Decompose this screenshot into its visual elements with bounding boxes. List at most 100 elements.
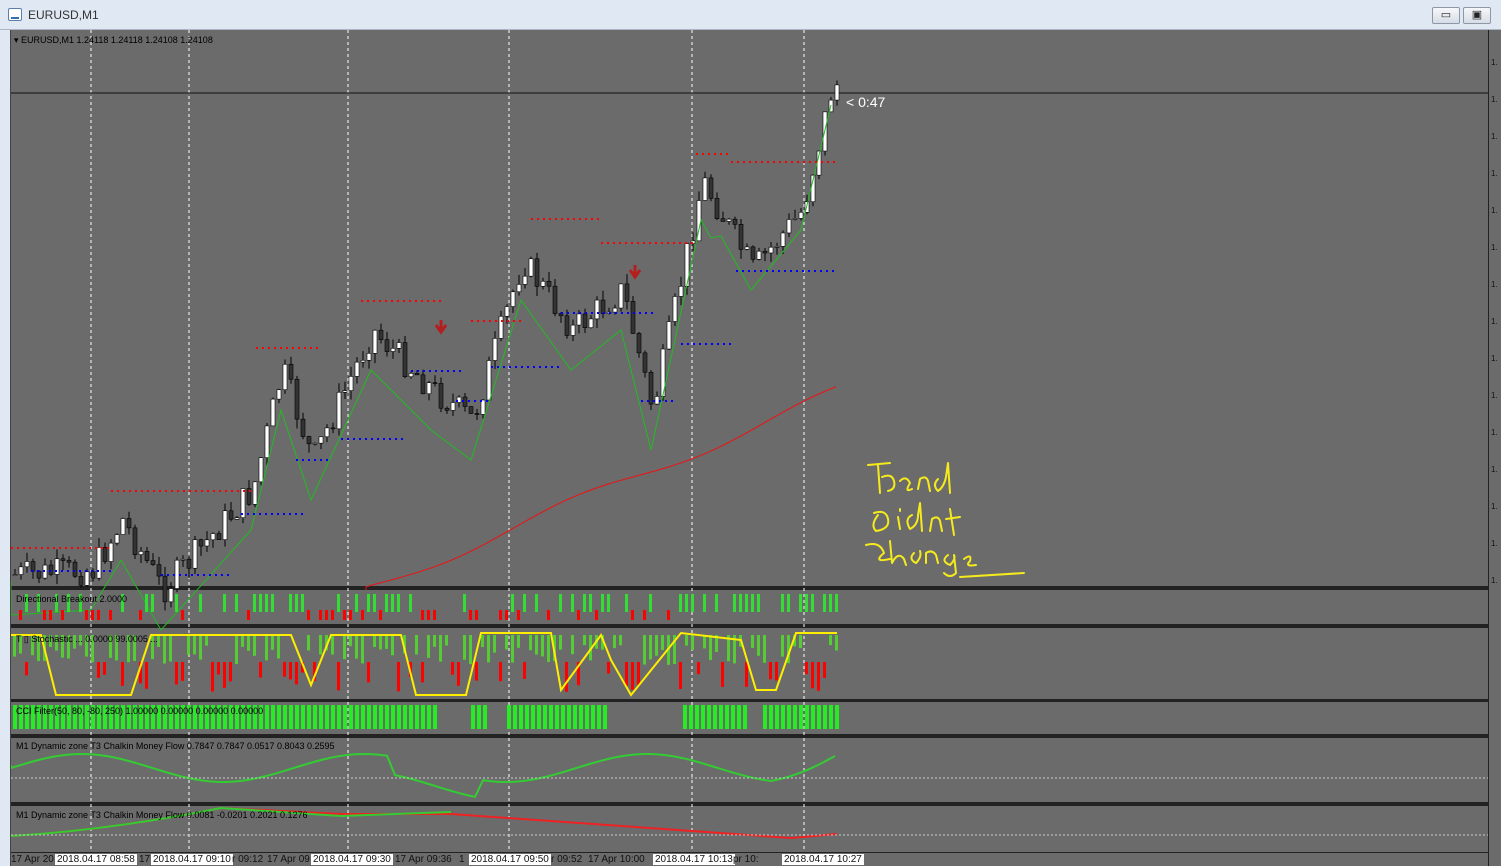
stoch-bar: [439, 635, 442, 662]
level-dot: [637, 242, 639, 244]
level-dot: [480, 400, 482, 402]
candle-body: [12, 574, 18, 576]
level-dot: [441, 370, 443, 372]
level-dot: [761, 161, 763, 163]
breakout-bar: [679, 594, 682, 612]
level-dot: [83, 547, 85, 549]
level-dot: [43, 570, 45, 572]
level-dot: [91, 570, 93, 572]
stoch-bar: [451, 662, 454, 675]
level-dot: [141, 490, 143, 492]
stoch-bar: [799, 635, 802, 649]
candle-body: [102, 547, 108, 562]
stoch-bar: [751, 635, 754, 648]
candle-body: [366, 353, 372, 361]
level-dot: [696, 153, 698, 155]
breakout-bar: [235, 594, 238, 612]
time-label: r 09:52: [551, 854, 583, 865]
candle-body: [378, 329, 384, 340]
cci-bar: [319, 705, 323, 729]
price-tick: 1.: [1491, 280, 1498, 289]
stoch-bar: [547, 635, 550, 663]
level-dot: [201, 490, 203, 492]
candle-body: [648, 371, 654, 405]
level-dot: [67, 570, 69, 572]
cci-bar: [471, 705, 475, 729]
candle-body: [264, 425, 270, 458]
stoch-bar: [655, 635, 658, 656]
cci-bar: [519, 705, 523, 729]
stoch-bar: [169, 635, 172, 662]
cci-bar: [415, 705, 419, 729]
level-dot: [423, 370, 425, 372]
breakout-bar: [595, 610, 598, 620]
cci-bar: [427, 705, 431, 729]
breakout-bar: [151, 594, 154, 612]
level-dot: [802, 270, 804, 272]
minimize-button[interactable]: ▭: [1432, 7, 1460, 24]
stoch-bar: [721, 662, 724, 687]
time-axis[interactable]: 17 Apr 20 2018.04.17 08:58 17 2018.04.17 09…: [11, 852, 1488, 866]
candle-body: [300, 418, 306, 437]
stoch-bar: [781, 635, 784, 657]
breakout-bar: [91, 610, 94, 620]
level-dot: [391, 300, 393, 302]
level-dot: [671, 400, 673, 402]
candle-body: [576, 313, 582, 326]
breakout-bar: [19, 610, 22, 620]
stoch-bar: [763, 635, 766, 663]
candle-body: [270, 398, 276, 427]
breakout-bar: [787, 594, 790, 612]
handwritten-annotation: [865, 462, 1025, 578]
candle-body: [126, 518, 132, 529]
level-dot: [699, 343, 701, 345]
breakout-bar: [691, 594, 694, 612]
level-dot: [551, 366, 553, 368]
level-dot: [456, 400, 458, 402]
breakout-bar: [259, 594, 262, 612]
level-dot: [497, 366, 499, 368]
price-tick: 1.: [1491, 428, 1498, 437]
level-dot: [619, 242, 621, 244]
stoch-bar: [361, 635, 364, 664]
breakout-bar: [739, 594, 742, 612]
cci-bar: [277, 705, 281, 729]
breakout-bar: [355, 594, 358, 612]
price-chart[interactable]: [11, 30, 1488, 852]
level-dot: [833, 161, 835, 163]
cci-bar: [597, 705, 601, 729]
level-dot: [237, 490, 239, 492]
level-dot: [743, 161, 745, 163]
candle-body: [144, 551, 150, 561]
cci-bar: [483, 705, 487, 729]
breakout-bar: [397, 594, 400, 612]
level-dot: [79, 570, 81, 572]
maximize-button[interactable]: ▣: [1463, 7, 1491, 24]
cci-bar: [829, 705, 833, 729]
stoch-bar: [499, 662, 502, 682]
price-scale[interactable]: 1. 1. 1. 1. 1. 1. 1. 1. 1. 1. 1. 1. 1. 1. 1.: [1488, 30, 1501, 866]
stoch-bar: [511, 635, 514, 663]
cci-bar: [373, 705, 377, 729]
cci-bar: [409, 705, 413, 729]
stoch-bar: [769, 662, 772, 680]
level-dot: [41, 547, 43, 549]
candle-body: [318, 436, 324, 444]
level-dot: [308, 459, 310, 461]
time-label: r 09:12: [232, 854, 264, 865]
candle-body: [720, 218, 726, 222]
stoch-bar: [223, 662, 226, 688]
candle-body: [66, 560, 72, 563]
level-dot: [227, 574, 229, 576]
breakout-bar: [49, 610, 52, 620]
candle-body: [60, 558, 66, 561]
level-dot: [714, 153, 716, 155]
stoch-bar: [247, 635, 250, 651]
candle-body: [294, 378, 300, 420]
candle-body: [444, 407, 450, 411]
level-dot: [283, 513, 285, 515]
level-dot: [31, 570, 33, 572]
level-dot: [231, 490, 233, 492]
breakout-bar: [703, 594, 706, 612]
level-dot: [341, 438, 343, 440]
